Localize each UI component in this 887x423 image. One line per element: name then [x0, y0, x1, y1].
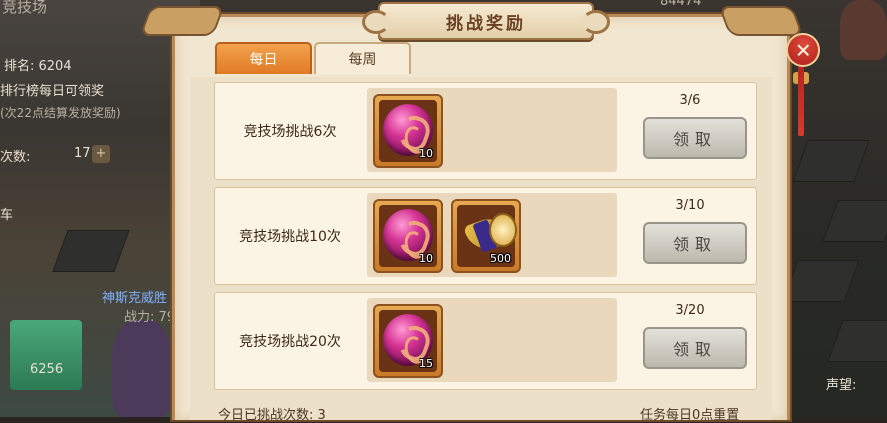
side-char: 车 — [0, 208, 14, 223]
reward-item[interactable]: 15 — [373, 304, 443, 378]
reward-slot-area: 15 — [367, 298, 617, 382]
tab-weekly[interactable]: 每周 — [314, 42, 411, 74]
rank-label: 排名: 6204 — [4, 59, 72, 74]
reward-item[interactable]: 10 — [373, 199, 443, 273]
red-tassel — [798, 66, 804, 136]
reward-item[interactable]: 500 — [451, 199, 521, 273]
item-count: 10 — [419, 147, 433, 160]
claim-button[interactable]: 领取 — [643, 327, 747, 369]
reward-row: 竞技场挑战6次 10 3/6 领取 — [214, 82, 757, 180]
reset-note: 任务每日0点重置 — [640, 408, 740, 423]
today-challenge-count: 今日已挑战次数: 3 — [218, 408, 326, 423]
item-count: 10 — [419, 252, 433, 265]
claim-button[interactable]: 领取 — [643, 117, 747, 159]
right-corner-ornament — [718, 6, 804, 36]
item-frame: 10 — [379, 100, 437, 162]
close-icon: ✕ — [794, 37, 812, 62]
item-frame: 15 — [379, 310, 437, 372]
item-frame: 10 — [379, 205, 437, 267]
task-label: 竞技场挑战10次 — [239, 229, 341, 245]
player-name: 神斯克威胜 — [102, 291, 168, 306]
green-banner — [10, 320, 82, 390]
task-progress: 3/6 — [679, 93, 701, 108]
reward-row: 竞技场挑战20次 15 3/20 领取 — [214, 292, 757, 390]
task-progress: 3/10 — [675, 198, 705, 213]
reward-slot-area: 10 — [367, 88, 617, 172]
task-progress: 3/20 — [675, 303, 705, 318]
top-left-title: 竞技场 — [2, 0, 48, 16]
rule-note: (次22点结算发放奖励) — [0, 106, 121, 120]
panel-title: 挑战奖励 — [446, 13, 526, 34]
top-number: 84474 — [660, 0, 702, 9]
reward-slot-area: 10 500 — [367, 193, 617, 277]
enemy-character — [840, 0, 887, 60]
tab-daily[interactable]: 每日 — [215, 42, 312, 74]
task-label: 竞技场挑战20次 — [239, 334, 341, 350]
flag-number: 6256 — [30, 362, 64, 377]
horn-bell — [489, 213, 517, 247]
reward-row: 竞技场挑战10次 10 500 3/10 领取 — [214, 187, 757, 285]
count-value: 17 — [74, 146, 91, 161]
prestige-label: 声望: — [826, 378, 857, 393]
item-frame: 500 — [457, 205, 517, 267]
item-count: 15 — [419, 357, 433, 370]
left-corner-ornament — [139, 6, 225, 36]
item-count: 500 — [490, 252, 511, 265]
reward-item[interactable]: 10 — [373, 94, 443, 168]
title-plaque: 挑战奖励 — [362, 2, 610, 40]
count-label: 次数: — [0, 150, 31, 165]
claim-button[interactable]: 领取 — [643, 222, 747, 264]
warrior-character — [112, 320, 172, 417]
task-label: 竞技场挑战6次 — [243, 124, 337, 140]
add-count-button[interactable]: + — [92, 145, 110, 163]
daily-note: 排行榜每日可领奖 — [0, 84, 105, 99]
